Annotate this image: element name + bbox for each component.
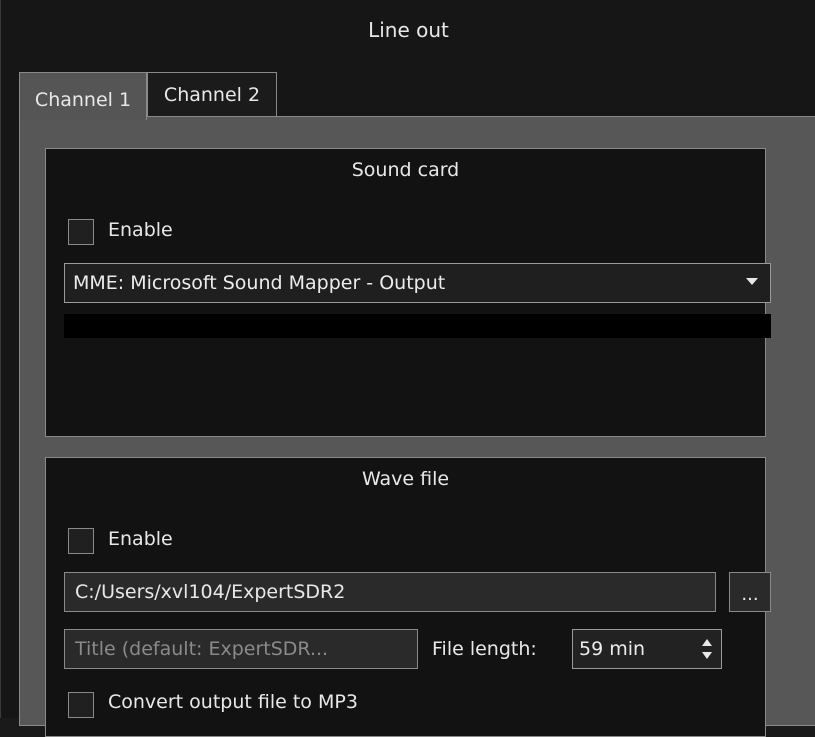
window-title: Line out xyxy=(368,18,449,42)
wave-file-path-value: C:/Users/xvl104/ExpertSDR2 xyxy=(75,581,346,603)
tab-channel-1-label: Channel 1 xyxy=(34,88,132,111)
convert-mp3-checkbox[interactable] xyxy=(68,692,94,718)
tab-channel-2[interactable]: Channel 2 xyxy=(147,72,277,116)
browse-button[interactable]: ... xyxy=(729,572,771,612)
sound-card-enable-label: Enable xyxy=(108,219,173,241)
title-input[interactable]: Title (default: ExpertSDR... xyxy=(64,629,418,669)
sound-device-select[interactable]: MME: Microsoft Sound Mapper - Output xyxy=(64,263,771,303)
wave-file-group: Wave file Enable C:/Users/xvl104/ExpertS… xyxy=(45,457,771,737)
sound-device-value: MME: Microsoft Sound Mapper - Output xyxy=(73,272,446,294)
spin-up-icon[interactable] xyxy=(702,639,712,646)
wave-file-enable-checkbox[interactable] xyxy=(68,528,94,554)
file-length-spinbox[interactable]: 59 min xyxy=(572,629,722,669)
channel-1-panel: Sound card Enable MME: Microsoft Sound M… xyxy=(19,116,815,737)
title-placeholder: Title (default: ExpertSDR... xyxy=(75,638,329,660)
browse-button-label: ... xyxy=(741,584,759,605)
wave-file-title: Wave file xyxy=(361,468,450,490)
tab-channel-1[interactable]: Channel 1 xyxy=(19,72,147,120)
wave-file-enable-label: Enable xyxy=(108,528,173,550)
tab-channel-2-label: Channel 2 xyxy=(163,83,261,106)
file-length-label: File length: xyxy=(432,638,537,660)
sound-card-title: Sound card xyxy=(351,159,460,181)
wave-file-path-input[interactable]: C:/Users/xvl104/ExpertSDR2 xyxy=(64,572,716,612)
sound-card-group: Sound card Enable MME: Microsoft Sound M… xyxy=(45,148,771,437)
level-meter-bar xyxy=(64,314,771,338)
line-out-window: Line out Channel 1 Channel 2 Sound card … xyxy=(0,0,815,737)
sound-card-enable-checkbox[interactable] xyxy=(68,219,94,245)
file-length-value: 59 min xyxy=(579,638,646,660)
chevron-down-icon xyxy=(746,278,758,285)
convert-mp3-label: Convert output file to MP3 xyxy=(108,691,358,713)
spin-down-icon[interactable] xyxy=(702,652,712,659)
